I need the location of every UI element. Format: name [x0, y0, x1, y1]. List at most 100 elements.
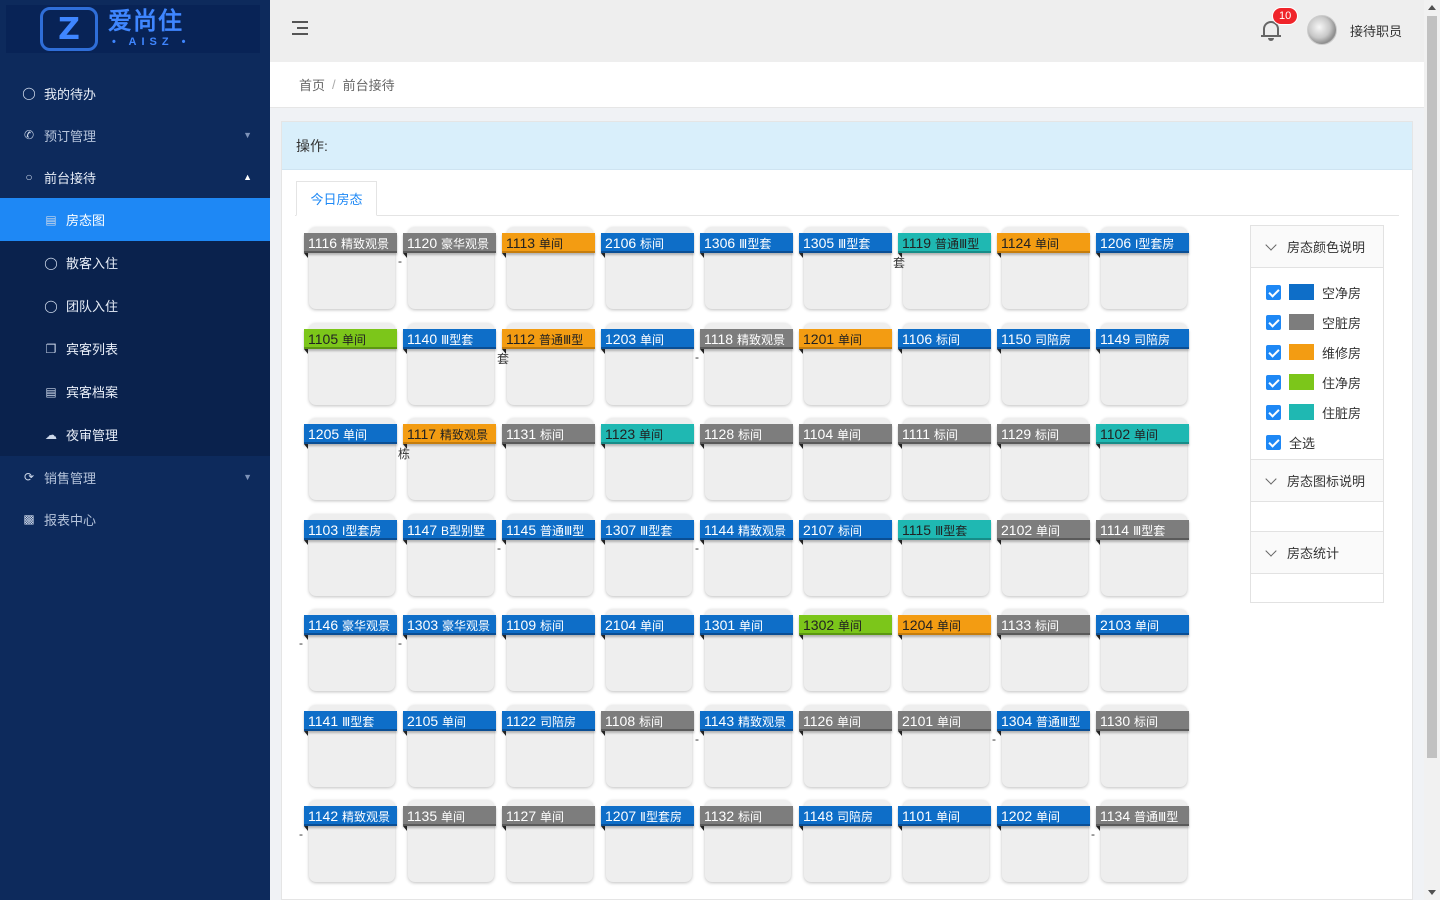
sidebar-item-booking[interactable]: ✆ 预订管理 ▼ [0, 114, 270, 156]
room-card[interactable]: 1130 标间 [1096, 701, 1189, 789]
room-card[interactable]: 1117 精致观景栋 [398, 414, 496, 502]
checkbox[interactable] [1266, 374, 1281, 390]
room-card[interactable]: 1304 普通Ⅲ型 - [992, 701, 1090, 789]
legend-item[interactable]: 住净房 [1251, 367, 1383, 397]
room-card[interactable]: 1113 单间 [502, 223, 595, 311]
room-card[interactable]: 1124 单间 [997, 223, 1090, 311]
legend-color-header[interactable]: 房态颜色说明 [1251, 226, 1383, 268]
sidebar-item-reception[interactable]: ○ 前台接待 ▲ [0, 156, 270, 198]
room-card[interactable]: 1147 B型别墅 [403, 510, 496, 598]
room-card[interactable]: 1123 单间 [601, 414, 694, 502]
room-card[interactable]: 1129 标间 [997, 414, 1090, 502]
logo[interactable]: Z 爱尚住 • AISZ • [6, 5, 260, 53]
legend-item[interactable]: 住脏房 [1251, 397, 1383, 427]
room-card[interactable]: 1206 I型套房 [1096, 223, 1189, 311]
room-card[interactable]: 1127 单间 [502, 796, 595, 884]
room-card[interactable]: 1204 单间 [898, 605, 991, 693]
room-card[interactable]: 1302 单间 [799, 605, 892, 693]
room-card[interactable]: 1150 司陪房 [997, 319, 1090, 407]
sidebar-item-guest-profile[interactable]: ▤ 宾客档案 [0, 370, 270, 413]
room-card[interactable]: 1118 精致观景 - [695, 319, 793, 407]
room-card[interactable]: 1307 Ⅲ型套 [601, 510, 694, 598]
room-card[interactable]: 1122 司陪房 [502, 701, 595, 789]
room-card[interactable]: 1120 豪华观景 - [398, 223, 496, 311]
scroll-up-icon[interactable] [1428, 5, 1436, 10]
room-card[interactable]: 1144 精致观景 - [695, 510, 793, 598]
room-card[interactable]: 1141 Ⅲ型套 [304, 701, 397, 789]
room-card[interactable]: 1148 司陪房 [799, 796, 892, 884]
room-card[interactable]: 1142 精致观景 - [299, 796, 397, 884]
room-card[interactable]: 1145 普通Ⅲ型 - [497, 510, 595, 598]
tab-today-room-status[interactable]: 今日房态 [296, 181, 377, 216]
room-card[interactable]: 1114 Ⅲ型套 [1096, 510, 1189, 598]
room-card[interactable]: 1105 单间 [304, 319, 397, 407]
room-card[interactable]: 1303 豪华观景 - [398, 605, 496, 693]
sidebar-item-walkin-checkin[interactable]: ◯ 散客入住 [0, 241, 270, 284]
room-card[interactable]: 1146 豪华观景 - [299, 605, 397, 693]
checkbox[interactable] [1266, 404, 1281, 420]
room-card[interactable]: 1126 单间 [799, 701, 892, 789]
room-card[interactable]: 1149 司陪房 [1096, 319, 1189, 407]
sidebar-item-sales[interactable]: ⟳ 销售管理 ▼ [0, 456, 270, 498]
scroll-down-icon[interactable] [1428, 890, 1436, 895]
legend-item[interactable]: 维修房 [1251, 337, 1383, 367]
room-card[interactable]: 1134 普通Ⅲ型 - [1091, 796, 1189, 884]
room-card[interactable]: 1119 普通Ⅲ型套 [893, 223, 991, 311]
room-card[interactable]: 2106 标间 [601, 223, 694, 311]
sidebar-item-group-checkin[interactable]: ◯ 团队入住 [0, 284, 270, 327]
room-card[interactable]: 1108 标间 [601, 701, 694, 789]
room-card[interactable]: 2101 单间 [898, 701, 991, 789]
room-card[interactable]: 1202 单间 [997, 796, 1090, 884]
room-card[interactable]: 1111 标间 [898, 414, 991, 502]
room-card[interactable]: 2102 单间 [997, 510, 1090, 598]
legend-item[interactable]: 空脏房 [1251, 307, 1383, 337]
user-name[interactable]: 接待职员 [1350, 21, 1402, 40]
room-card[interactable]: 1112 普通Ⅲ型套 [497, 319, 595, 407]
legend-stats-header[interactable]: 房态统计 [1251, 532, 1383, 574]
checkbox[interactable] [1266, 314, 1281, 330]
avatar[interactable] [1307, 15, 1337, 45]
checkbox[interactable] [1266, 344, 1281, 360]
room-card[interactable]: 1203 单间 [601, 319, 694, 407]
room-card[interactable]: 2104 单间 [601, 605, 694, 693]
room-card[interactable]: 1143 精致观景 - [695, 701, 793, 789]
room-card[interactable]: 1104 单间 [799, 414, 892, 502]
checkbox[interactable] [1266, 284, 1281, 300]
room-card[interactable]: 1116 精致观景 [304, 223, 397, 311]
room-card[interactable]: 1133 标间 [997, 605, 1090, 693]
room-card[interactable]: 2107 标间 [799, 510, 892, 598]
menu-toggle-icon[interactable] [292, 20, 310, 36]
room-card[interactable]: 2103 单间 [1096, 605, 1189, 693]
legend-select-all[interactable]: 全选 [1251, 427, 1383, 457]
sidebar-item-night-audit[interactable]: ☁ 夜审管理 [0, 413, 270, 456]
room-status-ribbon: 1132 标间 [700, 806, 793, 831]
room-card[interactable]: 1106 标间 [898, 319, 991, 407]
room-card[interactable]: 1115 Ⅲ型套 [898, 510, 991, 598]
room-card[interactable]: 1109 标间 [502, 605, 595, 693]
vertical-scrollbar[interactable] [1424, 0, 1440, 900]
checkbox[interactable] [1266, 434, 1281, 450]
room-card[interactable]: 1128 标间 [700, 414, 793, 502]
room-card[interactable]: 1205 单间 [304, 414, 397, 502]
sidebar-item-guest-list[interactable]: ❐ 宾客列表 [0, 327, 270, 370]
breadcrumb-home[interactable]: 首页 [299, 75, 325, 94]
room-card[interactable]: 1102 单间 [1096, 414, 1189, 502]
room-card[interactable]: 1305 Ⅲ型套 [799, 223, 892, 311]
room-card[interactable]: 1101 单间 [898, 796, 991, 884]
legend-icon-header[interactable]: 房态图标说明 [1251, 460, 1383, 502]
room-card[interactable]: 1301 单间 [700, 605, 793, 693]
room-card[interactable]: 1131 标间 [502, 414, 595, 502]
sidebar-item-reports[interactable]: ▩ 报表中心 [0, 498, 270, 540]
room-card[interactable]: 1306 Ⅲ型套 [700, 223, 793, 311]
room-card[interactable]: 1207 Ⅱ型套房 [601, 796, 694, 884]
scroll-thumb[interactable] [1427, 16, 1437, 758]
room-card[interactable]: 1132 标间 [700, 796, 793, 884]
sidebar-item-todo[interactable]: ◯ 我的待办 [0, 72, 270, 114]
legend-item[interactable]: 空净房 [1251, 277, 1383, 307]
room-card[interactable]: 1140 Ⅲ型套 [403, 319, 496, 407]
room-card[interactable]: 2105 单间 [403, 701, 496, 789]
room-card[interactable]: 1201 单间 [799, 319, 892, 407]
room-card[interactable]: 1103 I型套房 [304, 510, 397, 598]
room-card[interactable]: 1135 单间 [403, 796, 496, 884]
sidebar-item-room-map[interactable]: ▤ 房态图 [0, 198, 270, 241]
